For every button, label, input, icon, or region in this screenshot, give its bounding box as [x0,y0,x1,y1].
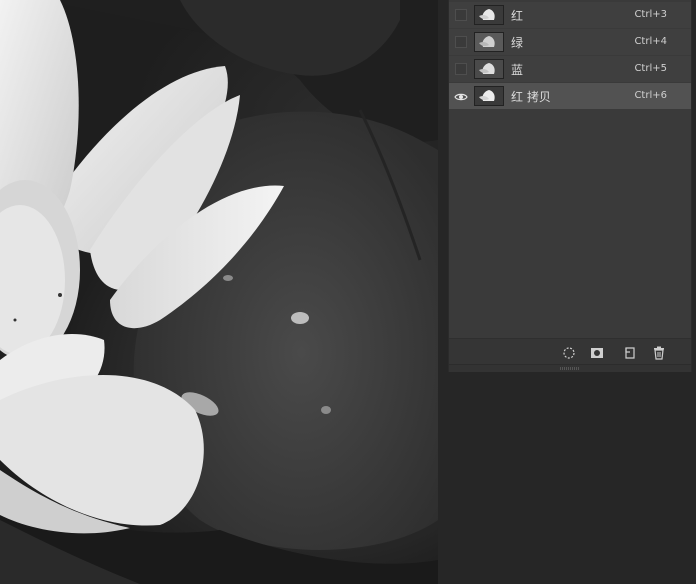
channel-name: 蓝 [511,63,524,77]
new-channel-icon[interactable] [623,345,637,359]
channel-name: 绿 [511,36,524,50]
visibility-toggle[interactable] [455,63,467,75]
channel-shortcut: Ctrl+3 [634,9,667,20]
channel-row-red[interactable]: 红 Ctrl+3 [449,2,691,28]
eye-icon[interactable] [454,89,468,103]
panel-resize-grip[interactable] [449,364,691,372]
channel-thumbnail [474,59,504,79]
lotus-image [0,0,438,584]
channel-shortcut: Ctrl+5 [634,63,667,74]
load-selection-icon[interactable] [562,345,576,359]
channel-row-blue[interactable]: 蓝 Ctrl+5 [449,56,691,82]
visibility-toggle[interactable] [455,9,467,21]
channel-thumbnail [474,32,504,52]
trash-icon[interactable] [652,345,666,360]
channel-thumbnail [474,86,504,106]
photoshop-workspace: 红 Ctrl+3 绿 Ctrl+4 蓝 Ctrl+5 红 拷贝 Ctrl+6 [0,0,696,584]
channel-row-green[interactable]: 绿 Ctrl+4 [449,29,691,55]
channels-panel: 红 Ctrl+3 绿 Ctrl+4 蓝 Ctrl+5 红 拷贝 Ctrl+6 [448,0,692,372]
document-canvas[interactable] [0,0,438,584]
channel-row-red-copy[interactable]: 红 拷贝 Ctrl+6 [449,83,691,109]
channel-list: 红 Ctrl+3 绿 Ctrl+4 蓝 Ctrl+5 红 拷贝 Ctrl+6 [449,2,691,110]
channel-shortcut: Ctrl+4 [634,36,667,47]
grip-lines [560,367,580,370]
channels-footer-toolbar [449,338,691,364]
channel-thumbnail [474,5,504,25]
save-selection-icon[interactable] [590,345,604,359]
visibility-toggle[interactable] [455,36,467,48]
channel-shortcut: Ctrl+6 [634,90,667,101]
channel-name: 红 [511,9,524,23]
channel-name: 红 拷贝 [511,90,551,104]
